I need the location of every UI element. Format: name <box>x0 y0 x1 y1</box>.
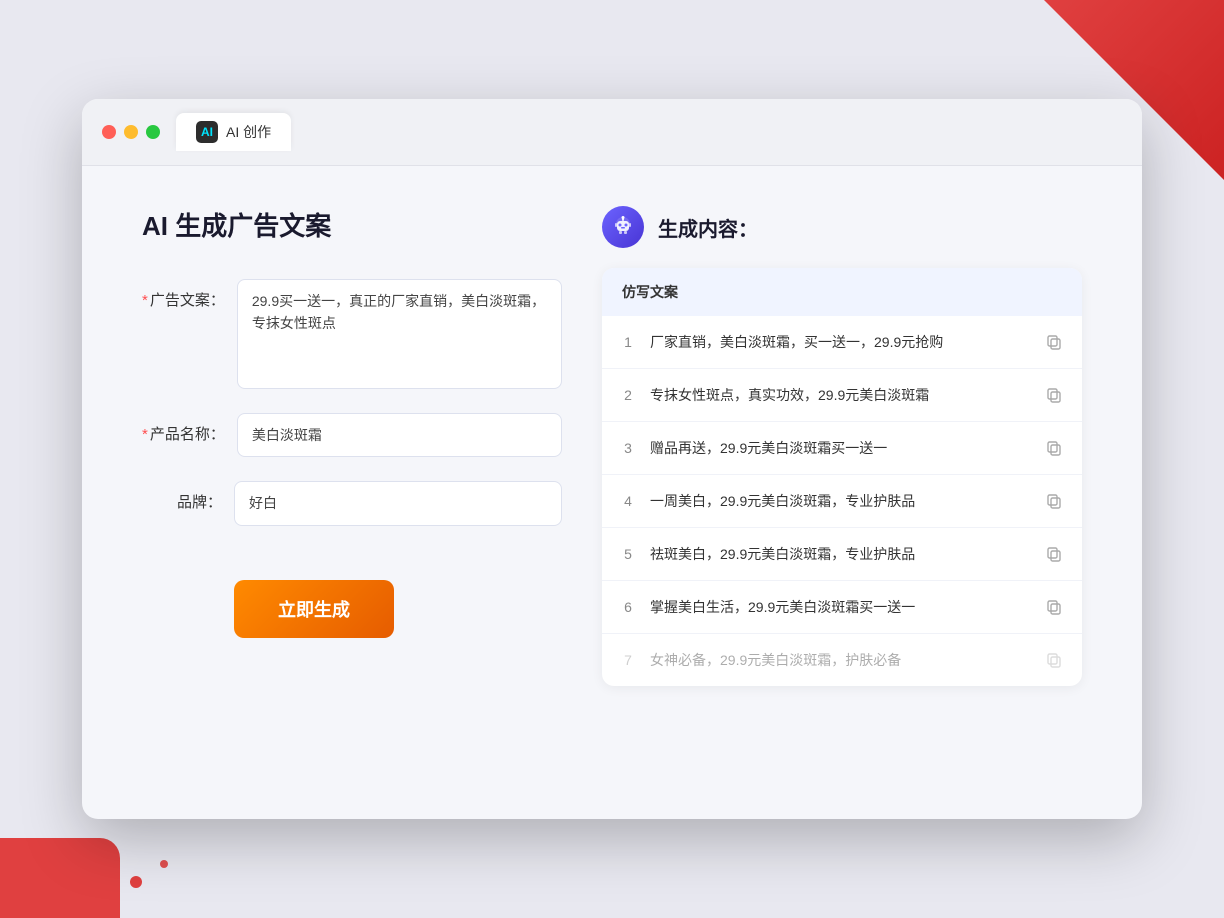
row-number: 7 <box>618 652 638 668</box>
close-button[interactable] <box>102 125 116 139</box>
row-text: 掌握美白生活，29.9元美白淡斑霜买一送一 <box>650 597 1030 618</box>
copy-button[interactable] <box>1042 436 1066 460</box>
maximize-button[interactable] <box>146 125 160 139</box>
copy-button[interactable] <box>1042 648 1066 672</box>
row-number: 3 <box>618 440 638 456</box>
page-title: AI 生成广告文案 <box>142 206 562 243</box>
main-content: AI 生成广告文案 *广告文案： *产品名称： 品牌： 立 <box>82 166 1142 806</box>
row-number: 6 <box>618 599 638 615</box>
right-panel: 生成内容： 仿写文案 1 厂家直销，美白淡斑霜，买一送一，29.9元抢购 2 专抹女性… <box>602 206 1082 766</box>
ai-tab-icon: AI <box>196 121 218 143</box>
copy-button[interactable] <box>1042 489 1066 513</box>
row-number: 2 <box>618 387 638 403</box>
decorative-dot-1 <box>130 876 142 888</box>
copy-button[interactable] <box>1042 595 1066 619</box>
brand-input[interactable] <box>234 481 562 525</box>
result-title: 生成内容： <box>658 213 758 242</box>
decorative-corner-bottom-left <box>0 838 120 918</box>
product-name-label: *产品名称： <box>142 413 225 444</box>
left-panel: AI 生成广告文案 *广告文案： *产品名称： 品牌： 立 <box>142 206 562 766</box>
copy-button[interactable] <box>1042 542 1066 566</box>
browser-titlebar: AI AI 创作 <box>82 99 1142 166</box>
result-table: 仿写文案 1 厂家直销，美白淡斑霜，买一送一，29.9元抢购 2 专抹女性斑点，真实功… <box>602 268 1082 686</box>
ad-copy-input[interactable] <box>237 279 562 389</box>
result-header: 生成内容： <box>602 206 1082 248</box>
ai-creation-tab[interactable]: AI AI 创作 <box>176 113 291 151</box>
minimize-button[interactable] <box>124 125 138 139</box>
brand-group: 品牌： <box>142 481 562 525</box>
table-row: 1 厂家直销，美白淡斑霜，买一送一，29.9元抢购 <box>602 316 1082 369</box>
brand-label: 品牌： <box>142 481 222 512</box>
ad-copy-group: *广告文案： <box>142 279 562 389</box>
table-row: 6 掌握美白生活，29.9元美白淡斑霜买一送一 <box>602 581 1082 634</box>
required-star-ad: * <box>142 292 148 309</box>
window-controls <box>102 125 160 139</box>
table-header: 仿写文案 <box>602 268 1082 316</box>
row-text: 一周美白，29.9元美白淡斑霜，专业护肤品 <box>650 491 1030 512</box>
generate-button[interactable]: 立即生成 <box>234 580 394 638</box>
required-star-product: * <box>142 426 148 443</box>
copy-button[interactable] <box>1042 383 1066 407</box>
row-text: 专抹女性斑点，真实功效，29.9元美白淡斑霜 <box>650 385 1030 406</box>
product-name-group: *产品名称： <box>142 413 562 457</box>
row-number: 5 <box>618 546 638 562</box>
ad-copy-label: *广告文案： <box>142 279 225 310</box>
row-number: 1 <box>618 334 638 350</box>
bot-icon <box>602 206 644 248</box>
table-row: 7 女神必备，29.9元美白淡斑霜，护肤必备 <box>602 634 1082 686</box>
tab-label: AI 创作 <box>226 122 271 142</box>
row-text: 祛斑美白，29.9元美白淡斑霜，专业护肤品 <box>650 544 1030 565</box>
row-text: 厂家直销，美白淡斑霜，买一送一，29.9元抢购 <box>650 332 1030 353</box>
row-number: 4 <box>618 493 638 509</box>
browser-window: AI AI 创作 AI 生成广告文案 *广告文案： *产品名称： <box>82 99 1142 819</box>
product-name-input[interactable] <box>237 413 562 457</box>
decorative-dot-2 <box>160 860 168 868</box>
table-row: 2 专抹女性斑点，真实功效，29.9元美白淡斑霜 <box>602 369 1082 422</box>
copy-button[interactable] <box>1042 330 1066 354</box>
results-container: 1 厂家直销，美白淡斑霜，买一送一，29.9元抢购 2 专抹女性斑点，真实功效，29.… <box>602 316 1082 686</box>
row-text: 女神必备，29.9元美白淡斑霜，护肤必备 <box>650 650 1030 671</box>
table-row: 3 赠品再送，29.9元美白淡斑霜买一送一 <box>602 422 1082 475</box>
row-text: 赠品再送，29.9元美白淡斑霜买一送一 <box>650 438 1030 459</box>
table-row: 4 一周美白，29.9元美白淡斑霜，专业护肤品 <box>602 475 1082 528</box>
table-row: 5 祛斑美白，29.9元美白淡斑霜，专业护肤品 <box>602 528 1082 581</box>
